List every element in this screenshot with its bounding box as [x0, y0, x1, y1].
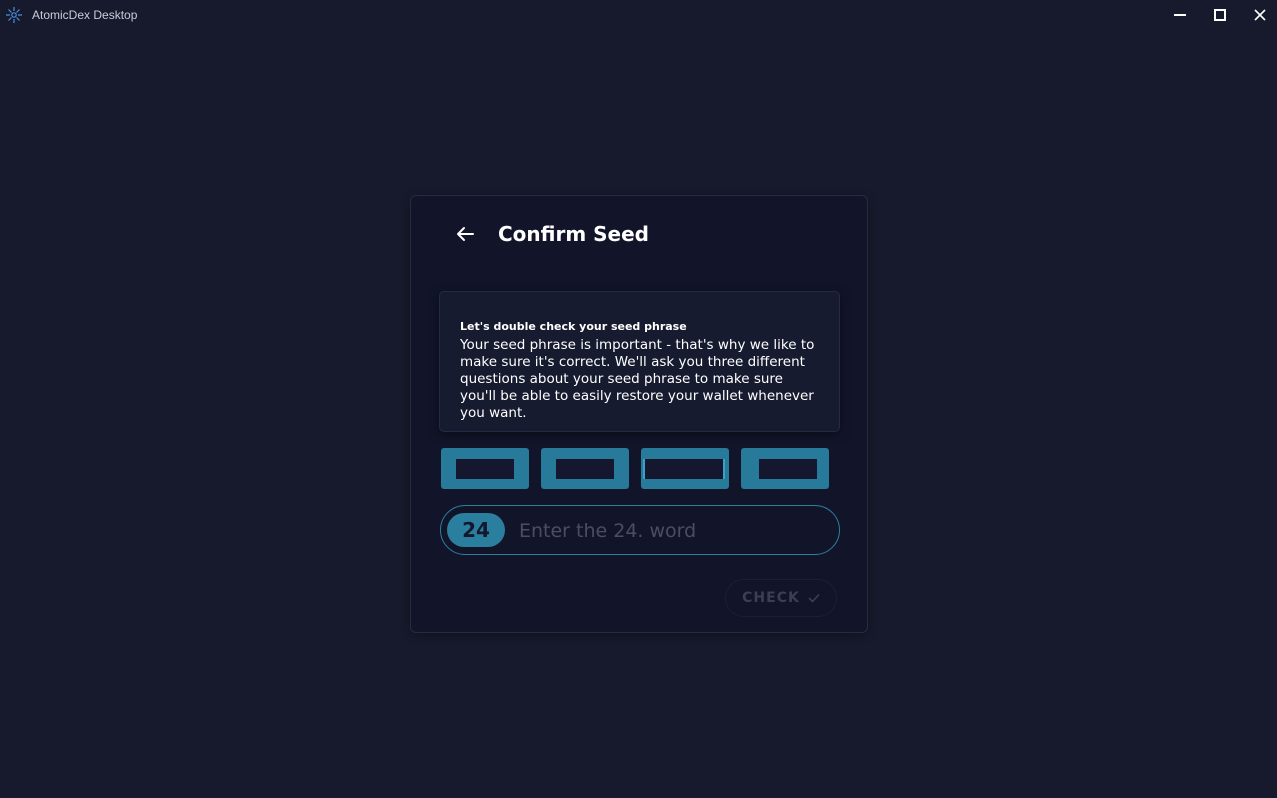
- page-title: Confirm Seed: [498, 222, 649, 246]
- word-choice-label-3: [643, 459, 725, 479]
- info-text: Your seed phrase is important - that's w…: [460, 337, 815, 421]
- confirm-seed-card: Confirm Seed Let's double check your see…: [410, 195, 868, 633]
- check-button[interactable]: CHECK: [725, 579, 837, 617]
- word-index-badge: 24: [447, 513, 505, 547]
- maximize-icon: [1214, 9, 1226, 21]
- checkmark-icon: [808, 593, 820, 603]
- word-choice-label-4: [759, 459, 817, 479]
- word-choice-button-2[interactable]: [541, 448, 629, 489]
- info-heading: Let's double check your seed phrase: [460, 320, 687, 333]
- minimize-button[interactable]: [1160, 0, 1200, 30]
- close-button[interactable]: [1240, 0, 1277, 30]
- word-choice-label-1: [456, 459, 514, 479]
- info-box: Let's double check your seed phrase Your…: [439, 291, 840, 432]
- word-choices: [441, 448, 841, 489]
- word-choice-button-1[interactable]: [441, 448, 529, 489]
- window-titlebar: AtomicDex Desktop: [0, 0, 1277, 30]
- word-choice-label-2: [556, 459, 614, 479]
- check-button-label: CHECK: [742, 590, 800, 606]
- app-logo-icon: [6, 7, 22, 23]
- close-icon: [1254, 9, 1266, 21]
- maximize-button[interactable]: [1200, 0, 1240, 30]
- back-button[interactable]: [453, 222, 477, 246]
- window-title: AtomicDex Desktop: [32, 8, 138, 22]
- minimize-icon: [1174, 14, 1186, 16]
- seed-word-field: 24: [440, 505, 840, 555]
- word-choice-button-4[interactable]: [741, 448, 829, 489]
- word-choice-button-3[interactable]: [641, 448, 729, 489]
- arrow-left-icon: [457, 227, 474, 241]
- seed-word-input[interactable]: [519, 516, 819, 546]
